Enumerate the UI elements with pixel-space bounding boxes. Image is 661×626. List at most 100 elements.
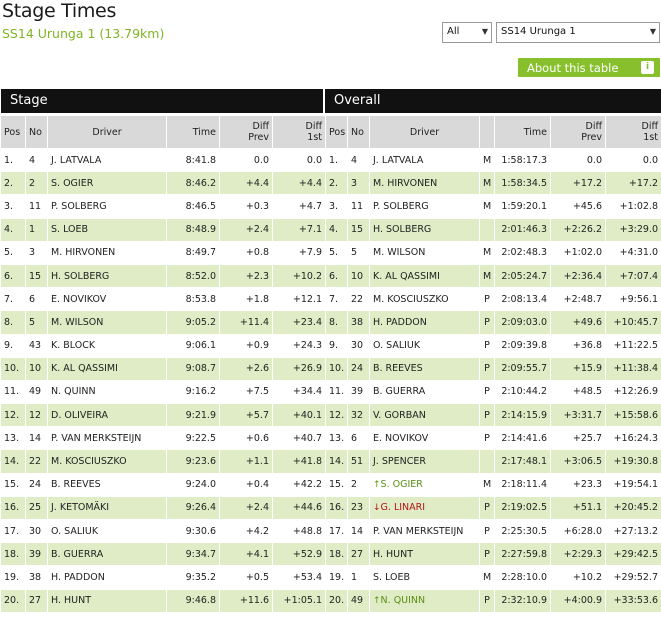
time-cell: 9:21.9: [166, 403, 220, 428]
col-header[interactable]: Diff Prev: [219, 115, 273, 149]
driver-cell[interactable]: P. VAN MERKSTEIJN: [369, 518, 480, 544]
driver-cell[interactable]: B. REEVES: [369, 356, 480, 381]
table-row: 15. 24 B. REEVES 9:24.0 +0.4 +42.2: [0, 472, 326, 497]
col-header[interactable]: No: [347, 115, 370, 149]
stage-subtitle: SS14 Urunga 1 (13.79km): [2, 26, 165, 41]
driver-cell[interactable]: E. NOVIKOV: [47, 287, 167, 312]
pos-cell: 2.: [325, 171, 348, 196]
driver-cell[interactable]: ↑N. QUINN: [369, 588, 480, 613]
pos-cell: 5.: [0, 240, 26, 265]
driver-cell[interactable]: ↓G. LINARI: [369, 495, 480, 521]
driver-cell[interactable]: B. GUERRA: [47, 542, 167, 567]
about-table-button[interactable]: About this table i: [518, 58, 660, 77]
diff-first-cell: +4:31.0: [605, 240, 661, 265]
driver-cell[interactable]: M. HIRVONEN: [47, 240, 167, 265]
driver-cell[interactable]: K. AL QASSIMI: [369, 263, 480, 289]
driver-cell[interactable]: H. SOLBERG: [369, 217, 480, 242]
driver-name: M. HIRVONEN: [373, 177, 438, 189]
table-row: 10. 10 K. AL QASSIMI 9:08.7 +2.6 +26.9: [0, 356, 326, 381]
driver-cell[interactable]: H. PADDON: [47, 565, 167, 590]
driver-cell[interactable]: J. KETOMÄKI: [47, 495, 167, 521]
driver-cell[interactable]: J. LATVALA: [369, 147, 480, 173]
driver-name: O. SALIUK: [373, 340, 421, 352]
diff-first-cell: +29:42.5: [605, 542, 661, 567]
driver-cell[interactable]: P. VAN MERKSTEIJN: [47, 426, 167, 451]
diff-prev-cell: +1:02.0: [550, 240, 606, 265]
driver-cell[interactable]: H. PADDON: [369, 310, 480, 335]
driver-cell[interactable]: O. SALIUK: [47, 518, 167, 544]
driver-cell[interactable]: K. AL QASSIMI: [47, 356, 167, 381]
driver-cell[interactable]: B. REEVES: [47, 472, 167, 497]
diff-first-cell: +33:53.6: [605, 588, 661, 613]
driver-cell[interactable]: S. LOEB: [369, 565, 480, 590]
driver-cell[interactable]: N. QUINN: [47, 379, 167, 405]
driver-name: P. VAN MERKSTEIJN: [373, 525, 464, 537]
car-number-cell: 24: [347, 356, 370, 381]
col-header[interactable]: Pos: [0, 115, 26, 149]
col-header[interactable]: Driver: [47, 115, 167, 149]
table-row: 18. 27 H. HUNT P 2:27:59.8 +2:29.3 +29:42.5: [325, 542, 661, 567]
time-cell: 8:48.9: [166, 217, 220, 242]
class-cell: M: [479, 472, 495, 497]
diff-prev-cell: +10.2: [550, 565, 606, 590]
driver-cell[interactable]: D. OLIVEIRA: [47, 403, 167, 428]
stage-select[interactable]: SS14 Urunga 1 ▼: [496, 22, 660, 43]
driver-cell[interactable]: H. SOLBERG: [47, 263, 167, 289]
time-cell: 2:19:02.5: [494, 495, 551, 521]
driver-cell[interactable]: H. HUNT: [369, 542, 480, 567]
col-header[interactable]: Time: [166, 115, 220, 149]
driver-cell[interactable]: B. GUERRA: [369, 379, 480, 405]
driver-cell[interactable]: S. LOEB: [47, 217, 167, 242]
diff-first-cell: +15:58.6: [605, 403, 661, 428]
car-number-cell: 30: [25, 518, 48, 544]
driver-cell[interactable]: O. SALIUK: [369, 333, 480, 358]
driver-cell[interactable]: P. SOLBERG: [369, 194, 480, 219]
driver-cell[interactable]: M. WILSON: [47, 310, 167, 335]
driver-cell[interactable]: ↑S. OGIER: [369, 472, 480, 497]
page-title: Stage Times: [2, 0, 117, 22]
driver-cell[interactable]: M. KOSCIUSZKO: [47, 449, 167, 474]
diff-prev-cell: +0.5: [219, 565, 273, 590]
time-cell: 8:46.2: [166, 171, 220, 196]
time-cell: 9:06.1: [166, 333, 220, 358]
table-row: 7. 6 E. NOVIKOV 8:53.8 +1.8 +12.1: [0, 287, 326, 312]
filter-select[interactable]: All ▼: [442, 22, 492, 43]
stage-table: Pos No Driver Time Diff Prev Diff 1st 1. 4 J…: [0, 115, 326, 613]
class-cell: M: [479, 171, 495, 196]
car-number-cell: 25: [25, 495, 48, 521]
pos-cell: 9.: [325, 333, 348, 358]
car-number-cell: 2: [25, 171, 48, 196]
col-header[interactable]: Driver: [369, 115, 480, 149]
driver-cell[interactable]: E. NOVIKOV: [369, 426, 480, 451]
pos-cell: 6.: [325, 263, 348, 289]
col-header[interactable]: No: [25, 115, 48, 149]
car-number-cell: 15: [25, 263, 48, 289]
diff-prev-cell: +25.7: [550, 426, 606, 451]
col-header[interactable]: Diff 1st: [272, 115, 326, 149]
car-number-cell: 43: [25, 333, 48, 358]
driver-cell[interactable]: S. OGIER: [47, 171, 167, 196]
driver-cell[interactable]: J. LATVALA: [47, 147, 167, 173]
col-header[interactable]: Pos: [325, 115, 348, 149]
table-row: 3. 11 P. SOLBERG M 1:59:20.1 +45.6 +1:02.8: [325, 194, 661, 219]
car-number-cell: 2: [347, 472, 370, 497]
time-cell: 2:28:10.0: [494, 565, 551, 590]
col-header[interactable]: Diff 1st: [605, 115, 661, 149]
driver-cell[interactable]: H. HUNT: [47, 588, 167, 613]
pos-cell: 17.: [325, 518, 348, 544]
driver-cell[interactable]: M. WILSON: [369, 240, 480, 265]
driver-name: M. WILSON: [373, 247, 426, 259]
diff-prev-cell: +0.4: [219, 472, 273, 497]
car-number-cell: 22: [347, 287, 370, 312]
driver-cell[interactable]: K. BLOCK: [47, 333, 167, 358]
time-cell: 2:09:55.7: [494, 356, 551, 381]
driver-cell[interactable]: V. GORBAN: [369, 403, 480, 428]
col-header[interactable]: Diff Prev: [550, 115, 606, 149]
driver-cell[interactable]: J. SPENCER: [369, 449, 480, 474]
driver-cell[interactable]: P. SOLBERG: [47, 194, 167, 219]
class-cell: P: [479, 588, 495, 613]
driver-cell[interactable]: M. HIRVONEN: [369, 171, 480, 196]
col-header[interactable]: Time: [494, 115, 551, 149]
driver-cell[interactable]: M. KOSCIUSZKO: [369, 287, 480, 312]
time-cell: 8:46.5: [166, 194, 220, 219]
